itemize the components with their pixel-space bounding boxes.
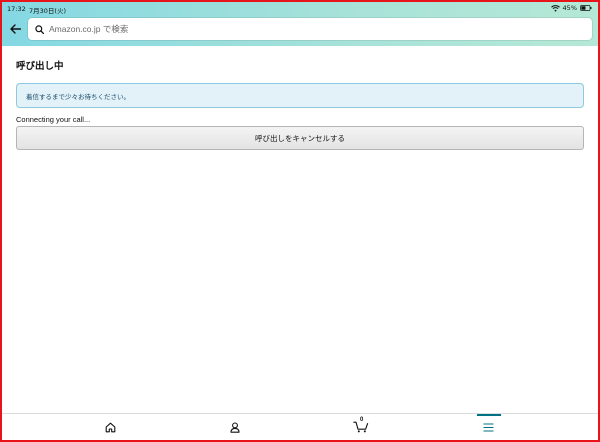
status-date: 7月30日(火) xyxy=(29,7,66,15)
bottom-nav: 0 xyxy=(2,413,598,440)
status-bar: 17:32 7月30日(火) 45% xyxy=(2,2,598,15)
battery-percent: 45% xyxy=(562,4,577,12)
cancel-call-button[interactable]: 呼び出しをキャンセルする xyxy=(16,126,584,150)
search-input[interactable] xyxy=(49,24,549,34)
header: 17:32 7月30日(火) 45% xyxy=(2,2,598,46)
cart-count-badge: 0 xyxy=(360,417,364,423)
wifi-icon xyxy=(550,4,560,12)
tab-account[interactable] xyxy=(205,414,265,440)
alert-text: 着信するまで少々お待ちください。 xyxy=(26,92,130,101)
arrow-left-icon xyxy=(9,24,21,34)
active-tab-indicator xyxy=(477,414,501,416)
status-right: 45% xyxy=(550,4,592,12)
status-time: 17:32 xyxy=(7,5,26,13)
connecting-status: Connecting your call... xyxy=(16,115,91,124)
page-title: 呼び出し中 xyxy=(16,61,64,72)
app-frame: 17:32 7月30日(火) 45% Amazon.co.jp で検索 呼び出し… xyxy=(0,0,600,442)
tab-cart[interactable]: 0 xyxy=(331,414,391,440)
person-icon xyxy=(230,421,240,433)
battery-icon xyxy=(580,5,592,11)
back-button[interactable] xyxy=(8,22,22,36)
tab-menu[interactable] xyxy=(458,414,518,440)
info-alert: 着信するまで少々お待ちください。 xyxy=(16,83,584,108)
search-bar[interactable] xyxy=(28,18,592,40)
tab-home[interactable] xyxy=(80,414,140,440)
search-icon xyxy=(35,24,44,34)
home-icon xyxy=(105,422,115,432)
hamburger-icon xyxy=(483,422,493,432)
main-content: 呼び出し中 着信するまで少々お待ちください。 Connecting your c… xyxy=(16,54,586,150)
